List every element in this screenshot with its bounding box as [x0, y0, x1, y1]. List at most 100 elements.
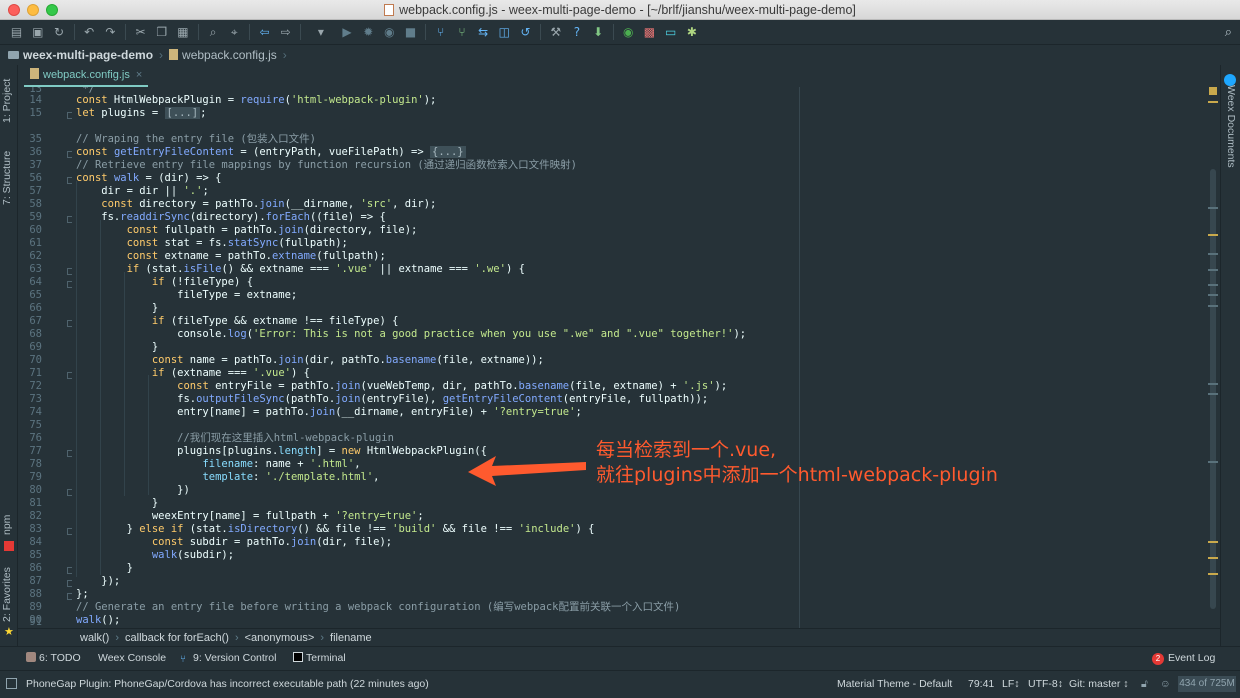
line-number: 72 — [29, 380, 42, 392]
sdk-manager-icon[interactable]: ⬇ — [590, 24, 606, 40]
caret-position[interactable]: 79:41 — [968, 671, 994, 697]
weex-run-icon[interactable]: ◉ — [620, 24, 636, 40]
line-number-gutter[interactable]: 13 14 15 35 36 37 56 57 58 59 60 61 62 63 64 65 66 67 68 69… — [18, 87, 72, 628]
breadcrumb-item[interactable]: <anonymous> — [245, 632, 315, 644]
plugin-icon[interactable]: ▩ — [641, 24, 657, 40]
replace-icon[interactable]: ⌖ — [226, 24, 242, 40]
terminal-tab[interactable]: Terminal — [293, 647, 346, 669]
puzzle-icon[interactable]: ✱ — [684, 24, 700, 40]
fold-marker-icon[interactable] — [67, 372, 72, 379]
fold-marker-icon[interactable] — [67, 489, 72, 496]
nav-project[interactable]: weex-multi-page-demo — [23, 48, 153, 62]
run-icon[interactable]: ▶ — [339, 24, 355, 40]
sync-icon[interactable]: ↻ — [51, 24, 67, 40]
code-line: fs.outputFileSync(pathTo.join(entryFile)… — [76, 393, 709, 405]
main-toolbar: ▤ ▣ ↻ ↶ ↷ ✂ ❐ ▦ ⌕ ⌖ ⇦ ⇨ ▾ ▶ ✹ ◉ ■ ⑂ ⑂ ⇆ … — [0, 20, 1240, 45]
fold-marker-icon[interactable] — [67, 593, 72, 600]
fold-marker-icon[interactable] — [67, 528, 72, 535]
breadcrumb-item[interactable]: callback for forEach() — [125, 632, 229, 644]
breadcrumb-item[interactable]: filename — [330, 632, 372, 644]
fold-marker-icon[interactable] — [67, 320, 72, 327]
line-number: 88 — [29, 588, 42, 600]
forward-icon[interactable]: ⇨ — [278, 24, 294, 40]
paste-icon[interactable]: ▦ — [175, 24, 191, 40]
scroll-marker[interactable] — [1208, 461, 1218, 463]
save-icon[interactable]: ▣ — [30, 24, 46, 40]
event-log-tab[interactable]: 2 Event Log — [1152, 647, 1215, 669]
memory-indicator[interactable]: 434 of 725M — [1178, 676, 1236, 692]
scroll-marker[interactable] — [1208, 269, 1218, 271]
code-line: const fullpath = pathTo.join(directory, … — [126, 224, 418, 236]
back-icon[interactable]: ⇦ — [256, 24, 272, 40]
weex-console-tab[interactable]: Weex Console — [98, 647, 166, 669]
encoding-selector[interactable]: UTF-8↕ — [1028, 671, 1063, 697]
warning-marker[interactable] — [1208, 573, 1218, 575]
help-icon[interactable]: ? — [569, 24, 585, 40]
fold-marker-icon[interactable] — [67, 268, 72, 275]
tool-windows-toggle-icon[interactable] — [6, 678, 17, 689]
scroll-marker[interactable] — [1208, 207, 1218, 209]
nav-file[interactable]: webpack.config.js — [182, 48, 277, 62]
code-line: entry[name] = pathTo.join(__dirname, ent… — [76, 406, 582, 418]
search-everywhere-icon[interactable]: ⌕ — [1225, 24, 1232, 40]
settings-icon[interactable]: ⚒ — [548, 24, 564, 40]
copy-icon[interactable]: ❐ — [154, 24, 170, 40]
status-message[interactable]: PhoneGap Plugin: PhoneGap/Cordova has in… — [26, 671, 429, 697]
fold-marker-icon[interactable] — [67, 580, 72, 587]
close-window-button[interactable] — [8, 4, 20, 16]
vcs-compare-icon[interactable]: ⇆ — [475, 24, 491, 40]
tab-project[interactable]: 1: Project — [1, 71, 17, 131]
fold-marker-icon[interactable] — [67, 216, 72, 223]
scroll-marker[interactable] — [1208, 383, 1218, 385]
vcs-revert-icon[interactable]: ↺ — [518, 24, 534, 40]
open-folder-icon[interactable]: ▤ — [9, 24, 25, 40]
code-editor[interactable]: */ const HtmlWebpackPlugin = require('ht… — [76, 87, 1204, 628]
fold-marker-icon[interactable] — [67, 450, 72, 457]
cut-icon[interactable]: ✂ — [133, 24, 149, 40]
git-branch-selector[interactable]: Git: master ↕ — [1069, 671, 1129, 697]
coverage-icon[interactable]: ◉ — [381, 24, 397, 40]
scroll-marker[interactable] — [1208, 253, 1218, 255]
breadcrumb-item[interactable]: walk() — [80, 632, 109, 644]
warning-marker[interactable] — [1208, 557, 1218, 559]
warning-marker[interactable] — [1208, 101, 1218, 103]
scroll-marker[interactable] — [1208, 393, 1218, 395]
scroll-marker[interactable] — [1208, 284, 1218, 286]
theme-indicator[interactable]: Material Theme - Default — [837, 671, 952, 697]
editor-scrollbar[interactable] — [1206, 87, 1220, 628]
close-tab-icon[interactable]: × — [136, 69, 142, 81]
vcs-commit-icon[interactable]: ⑂ — [454, 24, 470, 40]
tab-npm[interactable]: npm — [1, 513, 17, 537]
inspector-icon[interactable]: ☺︎ — [1160, 671, 1171, 697]
fold-marker-icon[interactable] — [67, 112, 72, 119]
scroll-marker[interactable] — [1208, 305, 1218, 307]
warning-marker[interactable] — [1208, 234, 1218, 236]
redo-icon[interactable]: ↷ — [102, 24, 118, 40]
scroll-marker[interactable] — [1208, 294, 1218, 296]
undo-icon[interactable]: ↶ — [81, 24, 97, 40]
status-bar: PhoneGap Plugin: PhoneGap/Cordova has in… — [0, 670, 1240, 698]
find-icon[interactable]: ⌕ — [205, 24, 221, 40]
zoom-window-button[interactable] — [46, 4, 58, 16]
tab-favorites[interactable]: 2: Favorites — [1, 565, 17, 625]
lock-icon[interactable]: 🔓︎ — [1141, 671, 1148, 697]
todo-tab[interactable]: 6: TODO — [26, 647, 81, 669]
version-control-tab[interactable]: ⑂ 9: Version Control — [180, 647, 276, 669]
line-number: 75 — [29, 419, 42, 431]
fold-marker-icon[interactable] — [67, 567, 72, 574]
run-config-dropdown-icon[interactable]: ▾ — [308, 24, 334, 40]
warning-marker[interactable] — [1208, 541, 1218, 543]
debug-icon[interactable]: ✹ — [360, 24, 376, 40]
fold-marker-icon[interactable] — [67, 281, 72, 288]
fold-marker-icon[interactable] — [67, 177, 72, 184]
stop-icon[interactable]: ■ — [403, 24, 419, 40]
vcs-update-icon[interactable]: ⑂ — [433, 24, 449, 40]
editor-tab-webpack-config[interactable]: webpack.config.js × — [24, 65, 149, 87]
minimize-window-button[interactable] — [27, 4, 39, 16]
tab-structure[interactable]: 7: Structure — [1, 143, 17, 213]
line-separator-selector[interactable]: LF↕ — [1002, 671, 1020, 697]
fold-marker-icon[interactable] — [67, 151, 72, 158]
tab-weex-documents[interactable]: Weex Documents — [1225, 85, 1237, 168]
device-icon[interactable]: ▭ — [663, 24, 679, 40]
vcs-history-icon[interactable]: ◫ — [496, 24, 512, 40]
